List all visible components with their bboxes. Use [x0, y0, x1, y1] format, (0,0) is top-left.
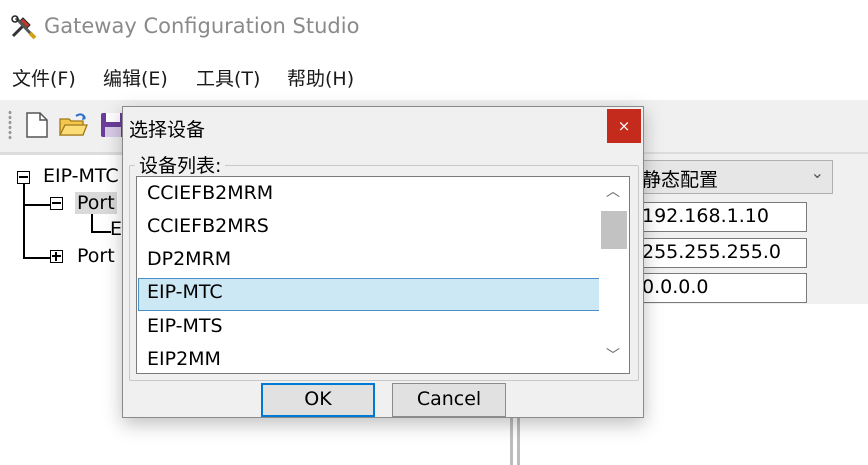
tree-line — [23, 257, 53, 259]
menu-help[interactable]: 帮助(H) — [287, 64, 354, 91]
chevron-down-icon: ⌄ — [810, 163, 824, 182]
scroll-up-icon[interactable]: ︿ — [606, 181, 620, 201]
list-item[interactable]: CCIEFB2MRM — [138, 179, 600, 212]
device-listbox[interactable]: CCIEFB2MRM CCIEFB2MRS DP2MRM EIP-MTC EIP… — [136, 176, 630, 374]
list-item[interactable]: CCIEFB2MRS — [138, 212, 600, 245]
scrollbar-thumb[interactable] — [601, 211, 627, 249]
splitter[interactable] — [517, 417, 520, 465]
menu-file[interactable]: 文件(F) — [12, 64, 76, 91]
splitter[interactable] — [510, 417, 513, 465]
window-title: Gateway Configuration Studio — [44, 14, 360, 38]
subnet-mask-field[interactable]: 255.255.255.0 — [633, 238, 807, 268]
close-button[interactable]: × — [607, 109, 641, 143]
tree-line — [23, 204, 53, 206]
cancel-button[interactable]: Cancel — [392, 383, 506, 417]
list-item[interactable]: DP2MRM — [138, 245, 600, 278]
menu-edit[interactable]: 编辑(E) — [103, 64, 168, 91]
vertical-scrollbar[interactable]: ︿ ﹀ — [599, 177, 629, 373]
tree-node-port1[interactable]: Port — [75, 192, 117, 214]
tree-expand-icon[interactable] — [50, 250, 63, 263]
scroll-down-icon[interactable]: ﹀ — [606, 345, 620, 365]
new-file-icon[interactable] — [22, 110, 52, 140]
ip-mode-value: 静态配置 — [642, 169, 719, 191]
tree-node-port2[interactable]: Port — [77, 245, 115, 267]
ip-mode-select[interactable]: 静态配置 ⌄ — [633, 160, 833, 194]
application-window: Gateway Configuration Studio 文件(F) 编辑(E)… — [0, 0, 868, 465]
menu-bar: 文件(F) 编辑(E) 工具(T) 帮助(H) — [0, 60, 868, 94]
tree-collapse-icon[interactable] — [50, 197, 63, 210]
tree-collapse-icon[interactable] — [17, 171, 30, 184]
device-list-label: 设备列表: — [135, 151, 226, 178]
title-bar: Gateway Configuration Studio — [0, 0, 868, 54]
tree-node-child[interactable]: E — [110, 218, 122, 240]
ok-button[interactable]: OK — [261, 383, 375, 417]
tree-line — [23, 184, 25, 258]
list-item-selected[interactable]: EIP-MTC — [138, 278, 600, 311]
gateway-field[interactable]: 0.0.0.0 — [633, 273, 807, 303]
select-device-dialog: 选择设备 × 设备列表: CCIEFB2MRM CCIEFB2MRS DP2MR… — [122, 106, 644, 418]
open-folder-icon[interactable] — [58, 110, 88, 140]
list-item[interactable]: EIP2MM — [138, 345, 600, 373]
tree-line — [91, 231, 111, 233]
dialog-title: 选择设备 — [129, 119, 206, 141]
menu-tools[interactable]: 工具(T) — [196, 64, 260, 91]
properties-panel: 静态配置 ⌄ 192.168.1.10 255.255.255.0 0.0.0.… — [626, 154, 868, 304]
list-item[interactable]: EIP-MTS — [138, 312, 600, 345]
toolbar-grip[interactable] — [8, 110, 12, 140]
tree-node-root[interactable]: EIP-MTC — [43, 165, 119, 187]
tools-icon — [11, 15, 37, 40]
ip-address-field[interactable]: 192.168.1.10 — [633, 202, 807, 232]
tree-line — [91, 212, 93, 232]
